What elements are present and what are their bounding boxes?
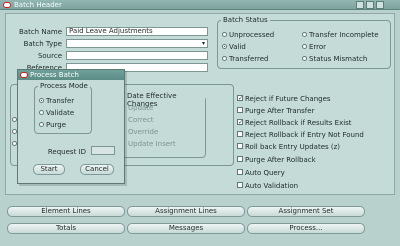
status-mismatch-radio[interactable] bbox=[302, 56, 307, 61]
dropdown-arrow-icon: ▾ bbox=[201, 40, 205, 47]
purge-after-transfer-label: Purge After Transfer bbox=[245, 107, 315, 115]
maximize-icon[interactable] bbox=[366, 1, 374, 9]
element-lines-button[interactable]: Element Lines bbox=[7, 206, 125, 217]
auto-validation-checkbox[interactable] bbox=[237, 182, 243, 188]
purge-after-rollback-checkbox[interactable] bbox=[237, 156, 243, 162]
status-transferred-label: Transferred bbox=[229, 55, 269, 63]
window-title-bar: Batch Header bbox=[0, 0, 400, 10]
status-unprocessed-radio[interactable] bbox=[222, 32, 227, 37]
process-button[interactable]: Process... bbox=[247, 223, 365, 234]
mode-purge-label: Purge bbox=[46, 121, 67, 129]
rollback-entry-updates-label: Roll back Entry Updates (z) bbox=[245, 143, 341, 151]
rollback-entry-updates-checkbox[interactable] bbox=[237, 143, 243, 149]
date-effective-option-4: Update Insert bbox=[128, 140, 176, 148]
mode-transfer-label: Transfer bbox=[46, 97, 75, 105]
close-icon[interactable] bbox=[376, 1, 384, 9]
batch-type-select[interactable]: ▾ bbox=[66, 39, 208, 48]
status-transfer-incomplete-label: Transfer Incomplete bbox=[309, 31, 379, 39]
purge-after-rollback-label: Purge After Rollback bbox=[245, 156, 316, 164]
batch-name-field[interactable]: Paid Leave Adjustments bbox=[66, 27, 208, 36]
assignment-set-button[interactable]: Assignment Set bbox=[247, 206, 365, 217]
mode-validate-radio[interactable] bbox=[39, 110, 44, 115]
reject-future-changes-label: Reject if Future Changes bbox=[245, 95, 331, 103]
source-field[interactable] bbox=[66, 51, 208, 60]
start-button[interactable]: Start bbox=[33, 164, 65, 175]
status-mismatch-label: Status Mismatch bbox=[309, 55, 368, 63]
reject-future-changes-checkbox[interactable]: ✓ bbox=[237, 95, 243, 102]
auto-validation-label: Auto Validation bbox=[245, 182, 299, 190]
status-valid-radio[interactable] bbox=[222, 44, 227, 49]
request-id-label: Request ID bbox=[47, 148, 86, 156]
reject-rollback-results-label: Reject Rollback if Results Exist bbox=[245, 119, 352, 127]
totals-button[interactable]: Totals bbox=[7, 223, 125, 234]
reject-rollback-results-checkbox[interactable]: ✓ bbox=[237, 119, 243, 126]
status-error-radio[interactable] bbox=[302, 44, 307, 49]
status-valid-label: Valid bbox=[229, 43, 246, 51]
source-label: Source bbox=[37, 52, 62, 60]
reject-rollback-entry-label: Reject Rollback if Entry Not Found bbox=[245, 131, 364, 139]
auto-query-label: Auto Query bbox=[245, 169, 285, 177]
process-mode-title: Process Mode bbox=[38, 82, 90, 90]
process-batch-dialog: Process Batch Process Mode Transfer Vali… bbox=[17, 69, 125, 184]
auto-query-checkbox[interactable] bbox=[237, 169, 243, 175]
status-unprocessed-label: Unprocessed bbox=[229, 31, 275, 39]
status-transferred-radio[interactable] bbox=[222, 56, 227, 61]
batch-type-label: Batch Type bbox=[23, 40, 62, 48]
reject-rollback-entry-checkbox[interactable] bbox=[237, 131, 243, 137]
assignment-lines-button[interactable]: Assignment Lines bbox=[127, 206, 245, 217]
status-error-label: Error bbox=[309, 43, 327, 51]
dialog-title-bar: Process Batch bbox=[18, 70, 124, 80]
window-title: Batch Header bbox=[14, 1, 62, 9]
oracle-app-icon bbox=[3, 2, 11, 8]
mode-purge-radio[interactable] bbox=[39, 122, 44, 127]
dialog-title: Process Batch bbox=[30, 71, 79, 79]
oracle-dialog-icon bbox=[20, 72, 28, 78]
request-id-field[interactable] bbox=[91, 146, 115, 155]
minimize-icon[interactable] bbox=[356, 1, 364, 9]
mode-transfer-radio[interactable] bbox=[39, 98, 44, 103]
batch-status-title: Batch Status bbox=[221, 16, 270, 24]
messages-button[interactable]: Messages bbox=[127, 223, 245, 234]
batch-name-label: Batch Name bbox=[19, 28, 62, 36]
purge-after-transfer-checkbox[interactable] bbox=[237, 107, 243, 113]
date-effective-option-2: Correct bbox=[128, 116, 154, 124]
date-effective-option-1: Update bbox=[128, 104, 154, 112]
mode-validate-label: Validate bbox=[46, 109, 75, 117]
date-effective-option-3: Override bbox=[128, 128, 159, 136]
status-transfer-incomplete-radio[interactable] bbox=[302, 32, 307, 37]
cancel-button[interactable]: Cancel bbox=[80, 164, 114, 175]
